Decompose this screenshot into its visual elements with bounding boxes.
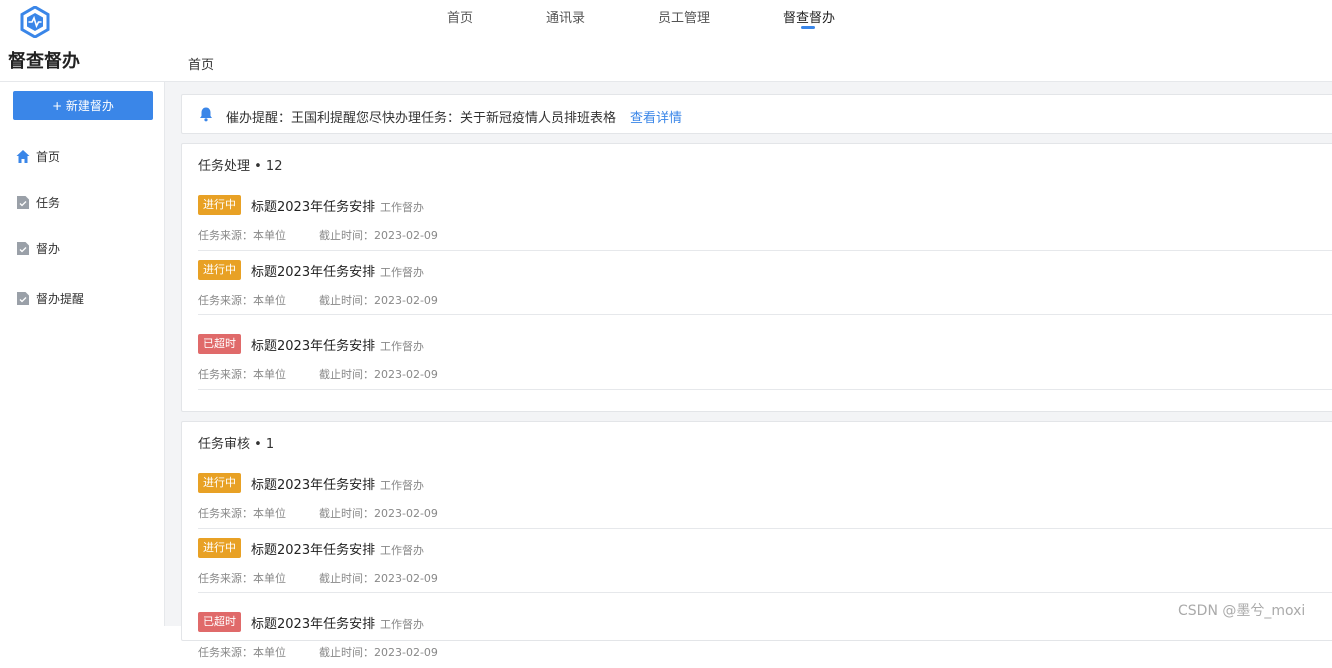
task-title[interactable]: 标题2023年任务安排 — [251, 261, 375, 280]
sidebar-item-reminders[interactable]: 督办提醒 — [16, 290, 84, 307]
task-processing-card: 任务处理 • 12 进行中 标题2023年任务安排 工作督办 任务来源：本单位 … — [181, 143, 1332, 412]
task-category: 工作督办 — [380, 544, 424, 557]
task-source: 任务来源：本单位 — [198, 646, 286, 659]
status-badge: 进行中 — [198, 473, 241, 493]
sidebar-item-home[interactable]: 首页 — [16, 148, 60, 165]
task-deadline: 截止时间：2023-02-09 — [319, 229, 438, 242]
new-supervision-button[interactable]: + 新建督办 — [13, 91, 153, 120]
status-badge: 进行中 — [198, 195, 241, 215]
sidebar-item-label: 首页 — [36, 150, 61, 164]
sidebar-item-tasks[interactable]: 任务 — [16, 194, 60, 211]
task-source: 任务来源：本单位 — [198, 507, 286, 520]
main-content: 催办提醒：王国利提醒您尽快办理任务：关于新冠疫情人员排班表格 查看详情 任务处理… — [165, 82, 1332, 659]
task-category: 工作督办 — [380, 201, 424, 214]
bell-icon — [200, 107, 212, 122]
task-row[interactable]: 进行中 标题2023年任务安排 工作督办 任务来源：本单位 截止时间：2023-… — [198, 528, 1332, 593]
section-title: 任务审核 • 1 — [198, 437, 275, 452]
task-deadline: 截止时间：2023-02-09 — [319, 572, 438, 585]
document-check-icon — [17, 292, 29, 305]
task-title[interactable]: 标题2023年任务安排 — [251, 196, 375, 215]
view-details-link[interactable]: 查看详情 — [630, 107, 682, 126]
nav-item-home[interactable]: 首页 — [447, 7, 473, 26]
notice-text: 催办提醒：王国利提醒您尽快办理任务：关于新冠疫情人员排班表格 — [226, 111, 617, 126]
task-deadline: 截止时间：2023-02-09 — [319, 646, 438, 659]
nav-item-staff[interactable]: 员工管理 — [658, 7, 710, 26]
app-title: 督查督办 — [8, 51, 80, 72]
task-source: 任务来源：本单位 — [198, 229, 286, 242]
task-deadline: 截止时间：2023-02-09 — [319, 507, 438, 520]
sidebar-item-supervise[interactable]: 督办 — [16, 240, 60, 257]
task-row[interactable]: 进行中 标题2023年任务安排 工作督办 任务来源：本单位 截止时间：2023-… — [198, 463, 1332, 529]
task-row[interactable]: 进行中 标题2023年任务安排 工作督办 任务来源：本单位 截止时间：2023-… — [198, 250, 1332, 315]
reminder-notice: 催办提醒：王国利提醒您尽快办理任务：关于新冠疫情人员排班表格 查看详情 — [181, 94, 1332, 134]
top-bar: 首页 通讯录 员工管理 督查督办 — [0, 0, 1332, 44]
task-row[interactable]: 进行中 标题2023年任务安排 工作督办 任务来源：本单位 截止时间：2023-… — [198, 185, 1332, 251]
document-check-icon — [17, 196, 29, 209]
task-category: 工作督办 — [380, 479, 424, 492]
task-category: 工作督办 — [380, 340, 424, 353]
document-check-icon — [17, 242, 29, 255]
sidebar: + 新建督办 首页 任务 督办 督办提醒 — [0, 82, 165, 626]
task-category: 工作督办 — [380, 266, 424, 279]
section-title: 任务处理 • 12 — [198, 159, 283, 174]
task-category: 工作督办 — [380, 618, 424, 631]
status-badge: 已超时 — [198, 612, 241, 632]
task-source: 任务来源：本单位 — [198, 572, 286, 585]
task-title[interactable]: 标题2023年任务安排 — [251, 474, 375, 493]
status-badge: 已超时 — [198, 334, 241, 354]
task-row[interactable]: 已超时 标题2023年任务安排 工作督办 任务来源：本单位 截止时间：2023-… — [198, 602, 1332, 668]
task-source: 任务来源：本单位 — [198, 294, 286, 307]
watermark: CSDN @墨兮_moxi — [1178, 603, 1306, 619]
task-row[interactable]: 已超时 标题2023年任务安排 工作督办 任务来源：本单位 截止时间：2023-… — [198, 324, 1332, 390]
nav-item-contacts[interactable]: 通讯录 — [546, 7, 585, 26]
top-nav: 首页 通讯录 员工管理 督查督办 — [0, 0, 1332, 44]
task-source: 任务来源：本单位 — [198, 368, 286, 381]
task-deadline: 截止时间：2023-02-09 — [319, 294, 438, 307]
task-title[interactable]: 标题2023年任务安排 — [251, 613, 375, 632]
task-title[interactable]: 标题2023年任务安排 — [251, 335, 375, 354]
sidebar-item-label: 督办提醒 — [36, 292, 85, 306]
task-review-card: 任务审核 • 1 进行中 标题2023年任务安排 工作督办 任务来源：本单位 截… — [181, 421, 1332, 659]
task-deadline: 截止时间：2023-02-09 — [319, 368, 438, 381]
task-title[interactable]: 标题2023年任务安排 — [251, 539, 375, 558]
sidebar-item-label: 督办 — [36, 242, 61, 256]
status-badge: 进行中 — [198, 538, 241, 558]
nav-item-supervision[interactable]: 督查督办 — [783, 7, 835, 26]
home-icon — [16, 150, 30, 163]
sidebar-item-label: 任务 — [36, 196, 61, 210]
nav-active-indicator — [801, 26, 815, 29]
status-badge: 进行中 — [198, 260, 241, 280]
breadcrumb[interactable]: 首页 — [188, 54, 214, 73]
